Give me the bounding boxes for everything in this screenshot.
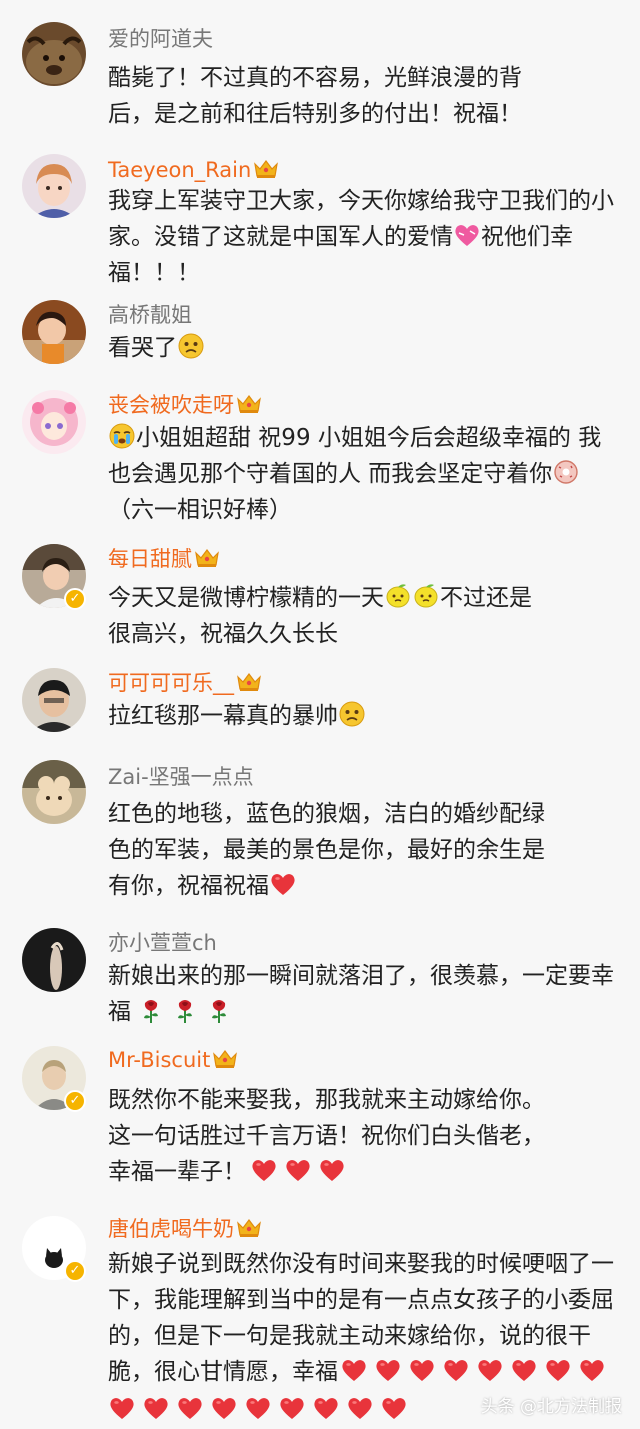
comment-username[interactable]: 每日甜腻: [108, 546, 220, 572]
heart-icon: [408, 1356, 436, 1384]
heart-icon: [544, 1356, 572, 1384]
watermark: 头条 @北方法制报: [480, 1397, 622, 1417]
comment-text-line: 祝他们幸: [481, 224, 573, 250]
comment-text-line: 新娘出来的那一瞬间就落泪了，很羡慕，一定要幸: [108, 963, 614, 989]
comment-username[interactable]: 丧会被吹走呀: [108, 392, 262, 418]
avatar[interactable]: [22, 390, 86, 454]
heart-icon: [318, 1156, 346, 1184]
crying-face-icon: [108, 422, 136, 450]
comment-username[interactable]: 亦小萱萱ch: [108, 930, 217, 956]
comment-text-line: 拉红毯那一幕真的暴帅: [108, 703, 338, 729]
comment-username[interactable]: 可可可可乐__: [108, 670, 262, 696]
heart-icon: [380, 1394, 408, 1422]
heart-icon: [176, 1394, 204, 1422]
comment-text-line: 很高兴，祝福久久长长: [108, 621, 338, 647]
comment-text-line: 后，是之前和往后特别多的付出！祝福！: [108, 101, 522, 127]
heart-icon: [108, 1394, 136, 1422]
avatar[interactable]: [22, 22, 86, 86]
heart-icon: [510, 1356, 538, 1384]
member-crown-icon: [253, 158, 279, 180]
verified-badge-icon: ✓: [64, 1260, 86, 1282]
comment-text-line: 小姐姐超甜 祝99 小姐姐今后会超级幸福的 我: [136, 425, 602, 451]
heart-icon: [269, 870, 297, 898]
comment-text-line: 我穿上军装守卫大家，今天你嫁给我守卫我们的小: [108, 188, 614, 214]
comment-text-line: （六一相识好棒）: [108, 497, 292, 523]
avatar[interactable]: [22, 668, 86, 732]
comment-text-line: 红色的地毯，蓝色的狼烟，洁白的婚纱配绿: [108, 801, 545, 827]
rose-icon: [137, 996, 165, 1024]
avatar[interactable]: [22, 154, 86, 218]
comment-text-line: 色的军装，最美的景色是你，最好的余生是: [108, 837, 545, 863]
member-crown-icon: [212, 1048, 238, 1070]
donut-icon: [552, 458, 580, 486]
comment-text-line: 福: [108, 999, 131, 1025]
heart-icon: [442, 1356, 470, 1384]
member-crown-icon: [194, 547, 220, 569]
member-crown-icon: [236, 671, 262, 693]
heart-icon: [476, 1356, 504, 1384]
comment-text-line: 新娘子说到既然你没有时间来娶我的时候哽咽了一: [108, 1251, 614, 1277]
comment-text-line: 幸福一辈子！: [108, 1159, 246, 1185]
rose-icon: [205, 996, 233, 1024]
avatar[interactable]: [22, 300, 86, 364]
comment-text-line: 脆，很心甘情愿，幸福: [108, 1359, 338, 1385]
comment-text-line: 这一句话胜过千言万语！祝你们白头偕老，: [108, 1123, 545, 1149]
lemon-icon: [412, 582, 440, 610]
sad-face-icon: [177, 332, 205, 360]
comment-username[interactable]: 爱的阿道夫: [108, 26, 213, 52]
heart-icon: [210, 1394, 238, 1422]
comment-username[interactable]: Zai-坚强一点点: [108, 764, 254, 790]
heart-icon: [142, 1394, 170, 1422]
lemon-icon: [384, 582, 412, 610]
heart-icon: [244, 1394, 272, 1422]
heart-icon: [312, 1394, 340, 1422]
comment-username[interactable]: 高桥靓姐: [108, 302, 192, 328]
verified-badge-icon: ✓: [64, 1090, 86, 1112]
avatar[interactable]: [22, 928, 86, 992]
sad-face-icon: [338, 700, 366, 728]
comment-text-line: 家。没错了这就是中国军人的爱情: [108, 224, 453, 250]
comment-text-line: 有你，祝福祝福: [108, 873, 269, 899]
pink-heart-icon: [453, 221, 481, 249]
member-crown-icon: [236, 393, 262, 415]
comment-text-line: 酷毙了！不过真的不容易，光鲜浪漫的背: [108, 65, 522, 91]
comment-username[interactable]: Mr-Biscuit: [108, 1047, 238, 1073]
heart-icon: [278, 1394, 306, 1422]
avatar[interactable]: [22, 760, 86, 824]
comment-text-line: 的，但是下一句是我就主动来嫁给你，说的很干: [108, 1323, 591, 1349]
heart-icon: [250, 1156, 278, 1184]
heart-icon: [346, 1394, 374, 1422]
comment-text-line: 下，我能理解到当中的是有一点点女孩子的小委屈: [108, 1287, 614, 1313]
verified-badge-icon: ✓: [64, 588, 86, 610]
comment-text-line: 也会遇见那个守着国的人 而我会坚定守着你: [108, 461, 553, 487]
comment-username[interactable]: 唐伯虎喝牛奶: [108, 1216, 262, 1242]
heart-icon: [340, 1356, 368, 1384]
comment-text-line: 今天又是微博柠檬精的一天: [108, 585, 384, 611]
heart-icon: [578, 1356, 606, 1384]
rose-icon: [171, 996, 199, 1024]
heart-icon: [374, 1356, 402, 1384]
comment-text-line: 看哭了: [108, 335, 177, 361]
comment-text-line: 既然你不能来娶我，那我就来主动嫁给你。: [108, 1087, 545, 1113]
comment-username[interactable]: Taeyeon_Rain: [108, 157, 279, 183]
member-crown-icon: [236, 1217, 262, 1239]
comment-text-line: 福！！！: [108, 260, 200, 286]
heart-icon: [284, 1156, 312, 1184]
comment-text-line: 不过还是: [440, 585, 532, 611]
